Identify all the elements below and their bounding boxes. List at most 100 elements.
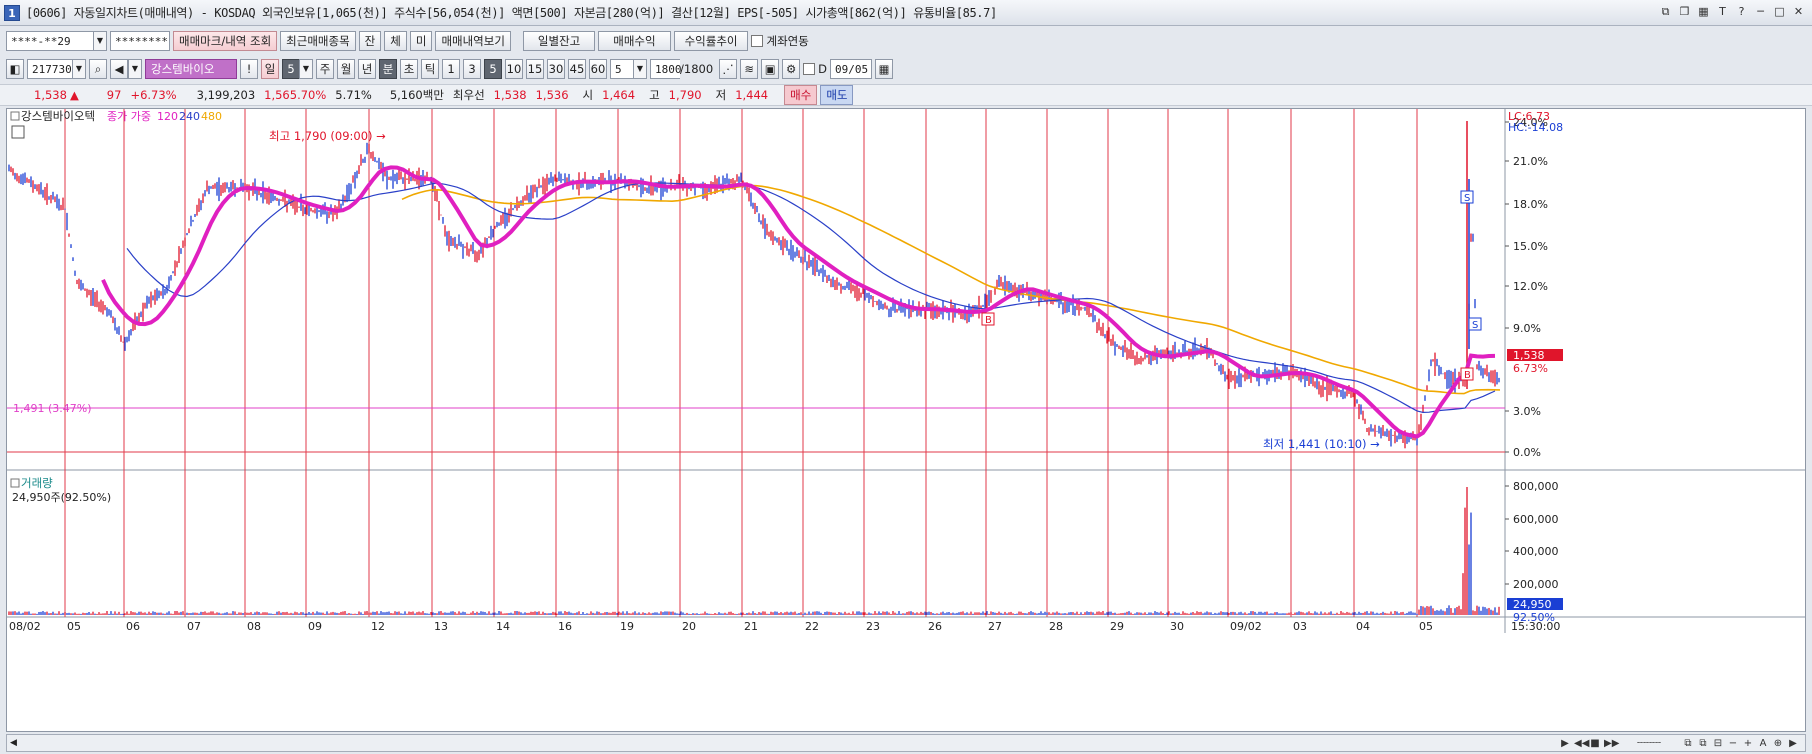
date-checkbox[interactable]: D (803, 62, 827, 76)
interval-5-button[interactable]: 5 (484, 59, 502, 79)
second-button[interactable]: 초 (400, 59, 418, 79)
account-dropdown-icon[interactable]: ▼ (93, 31, 107, 51)
high-label: 고 (649, 88, 660, 102)
recent-trades-button[interactable]: 최근매매종목 (280, 31, 356, 51)
x-tick-label: 28 (1049, 620, 1063, 633)
chart-frame[interactable]: 08/02 05 06 07 08 09 12 13 14 16 19 20 21 22 23 26 27 28 2… (6, 108, 1806, 732)
interval-3-button[interactable]: 3 (463, 59, 481, 79)
interval-10-button[interactable]: 10 (505, 59, 523, 79)
daily-balance-button[interactable]: 일별잔고 (522, 31, 596, 51)
speaker-icon[interactable]: ◀ (110, 59, 128, 79)
hc-label: HC:-14.08 (1508, 121, 1563, 134)
zoom-out-icon[interactable]: − (1727, 738, 1739, 749)
x-tick-label: 16 (558, 620, 572, 633)
code-dropdown-icon[interactable]: ▼ (72, 59, 86, 79)
settings-icon[interactable]: ⚙ (782, 59, 801, 79)
year-button[interactable]: 년 (358, 59, 376, 79)
account-input[interactable]: ****-**29 (6, 31, 94, 51)
x-tick-label: 05 (1419, 620, 1433, 633)
day-button[interactable]: 일 (261, 59, 279, 79)
high-price: 1,790 (668, 88, 702, 102)
sell-button[interactable]: 매도 (820, 85, 854, 105)
y-tick-label: 18.0% (1513, 198, 1548, 211)
count-input[interactable]: 1800 (650, 59, 682, 79)
sell-marker-label: S (1464, 193, 1470, 204)
print-icon[interactable]: ▦ (1696, 4, 1711, 20)
legend-label: 종가 가중 (107, 110, 151, 123)
trade-profit-button[interactable]: 매매수익 (598, 31, 671, 51)
week-button[interactable]: 주 (316, 59, 334, 79)
x-tick-label: 22 (805, 620, 819, 633)
chart-scrollbar[interactable]: ◀ ▶ ◀◀ ■ ▶▶ ┄┄┄┄ ⧉ ⧉ ⊟ − + A ⊕ ▶ (6, 734, 1806, 752)
interval-30-button[interactable]: 30 (547, 59, 565, 79)
zoom-in-icon[interactable]: + (1742, 738, 1754, 749)
minimize-icon[interactable]: ─ (1753, 4, 1768, 20)
checkbox-icon[interactable] (803, 63, 816, 75)
checkbox-icon[interactable] (751, 35, 764, 47)
price-volume-chart[interactable]: 08/02 05 06 07 08 09 12 13 14 16 19 20 21 22 23 26 27 28 2… (7, 109, 1805, 731)
stop-icon[interactable]: ■ (1589, 738, 1601, 749)
restore-icon[interactable]: ❐ (1677, 4, 1692, 20)
help-icon[interactable]: ? (1734, 4, 1749, 20)
interval-dropdown-icon[interactable]: ▼ (633, 59, 647, 79)
ask-price: 1,538 (493, 88, 527, 102)
high-annotation: 최고 1,790 (09:00) → (269, 129, 386, 143)
account-link-checkbox[interactable]: 계좌연동 (751, 33, 809, 49)
link-icon[interactable]: ⧉ (1658, 4, 1673, 20)
interval-1-button[interactable]: 1 (442, 59, 460, 79)
trade-history-button[interactable]: 매매내역보기 (435, 31, 511, 51)
stock-code-input[interactable]: 217730 (27, 59, 73, 79)
font-icon[interactable]: T (1715, 4, 1730, 20)
overlay-icon[interactable]: ⧉ (1682, 738, 1694, 749)
tick-button[interactable]: 틱 (421, 59, 439, 79)
speaker-dropdown-icon[interactable]: ▼ (128, 59, 142, 79)
filled-button[interactable]: 체 (384, 31, 407, 51)
speed-slider[interactable]: ┄┄┄┄ (1619, 738, 1679, 749)
interval-15-button[interactable]: 15 (526, 59, 544, 79)
x-tick-label: 03 (1293, 620, 1307, 633)
x-tick-label: 12 (371, 620, 385, 633)
close-icon[interactable]: ✕ (1791, 4, 1806, 20)
stock-name-label[interactable]: 강스템바이오 (145, 59, 237, 79)
split-icon[interactable]: ⊟ (1712, 738, 1724, 749)
scroll-left-icon[interactable]: ◀ (10, 738, 17, 748)
draw-tool-icon[interactable]: ⊕ (1772, 738, 1784, 749)
month-button[interactable]: 월 (337, 59, 355, 79)
buy-button[interactable]: 매수 (784, 85, 818, 105)
interval-60-button[interactable]: 60 (589, 59, 607, 79)
period-dropdown-icon[interactable]: ▼ (299, 59, 313, 79)
unfilled-button[interactable]: 미 (409, 31, 433, 51)
scroll-end-icon[interactable]: ▶ (1787, 738, 1799, 749)
interval-45-button[interactable]: 45 (568, 59, 586, 79)
chart-type-icon[interactable]: ⋰ (719, 59, 738, 79)
scroll-right-icon[interactable]: ▶ (1559, 738, 1571, 749)
rewind-icon[interactable]: ◀◀ (1574, 738, 1589, 749)
password-input[interactable]: ******** (110, 31, 170, 51)
x-tick-label: 04 (1356, 620, 1370, 633)
return-trend-button[interactable]: 수익률추이 (673, 31, 749, 51)
interval-input[interactable]: 5 (610, 59, 634, 79)
compare-icon[interactable]: ⧉ (1697, 738, 1709, 749)
toolbar-account: ****-**29 ▼ ******** 매매마크/내역 조회 최근매매종목 잔… (0, 29, 1812, 53)
x-tick-label: 30 (1170, 620, 1184, 633)
legend-ma480: 480 (201, 110, 222, 123)
indicator-icon[interactable]: ≋ (740, 59, 759, 79)
maximize-icon[interactable]: □ (1772, 4, 1787, 20)
search-icon[interactable]: ⌕ (89, 59, 107, 79)
balance-button[interactable]: 잔 (358, 31, 382, 51)
y-tick-label: 3.0% (1513, 405, 1541, 418)
trade-mark-query-button[interactable]: 매매마크/내역 조회 (173, 31, 278, 51)
date-input[interactable]: 09/05 (830, 59, 873, 79)
calendar-icon[interactable]: ▦ (875, 59, 894, 79)
current-price-value: 1,538 (1513, 349, 1545, 362)
minute-button[interactable]: 분 (379, 59, 397, 79)
warning-button[interactable]: ! (240, 59, 258, 79)
panel-toggle-icon[interactable]: ◧ (6, 59, 24, 79)
title-bar: 1 [0606] 자동일지차트(매매내역) - KOSDAQ 외국인보유[1,0… (0, 0, 1812, 26)
text-tool-icon[interactable]: A (1757, 738, 1769, 749)
open-price: 1,464 (602, 88, 636, 102)
period-select[interactable]: 5 (282, 59, 300, 79)
x-tick-label: 05 (67, 620, 81, 633)
forward-icon[interactable]: ▶▶ (1604, 738, 1619, 749)
save-icon[interactable]: ▣ (761, 59, 780, 79)
